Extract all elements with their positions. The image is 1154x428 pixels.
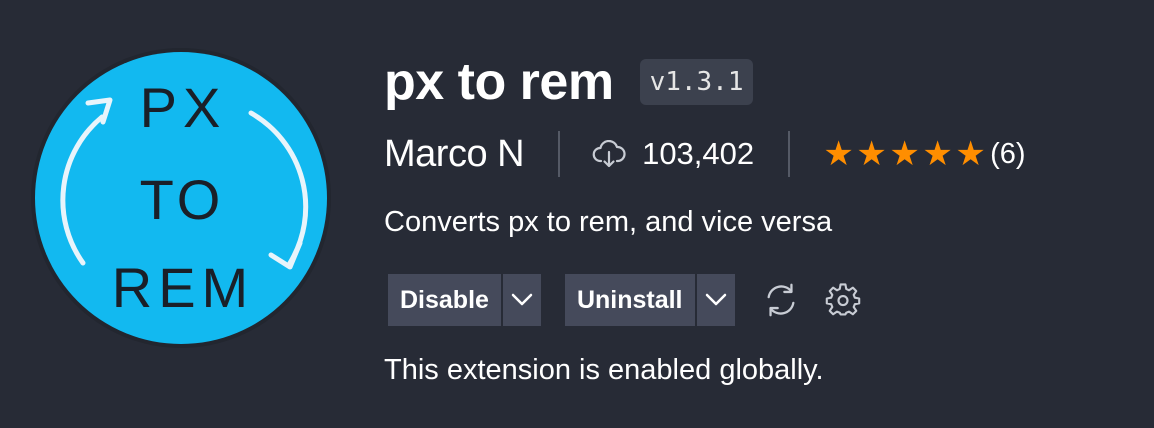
settings-button[interactable] bbox=[823, 280, 863, 320]
logo-text-rem: REM bbox=[112, 256, 254, 319]
rating-count: (6) bbox=[990, 137, 1026, 170]
title-row: px to rem v1.3.1 bbox=[384, 52, 754, 112]
logo-text-px: PX bbox=[140, 76, 227, 139]
extension-description: Converts px to rem, and vice versa bbox=[384, 206, 833, 238]
chevron-down-icon bbox=[511, 293, 533, 306]
logo-text-to: TO bbox=[140, 168, 225, 231]
extension-icon: PX TO REM bbox=[28, 45, 334, 351]
star-rating: ★ ★ ★ ★ ★ bbox=[822, 134, 987, 174]
actions-row: Disable Uninstall bbox=[388, 274, 863, 326]
star-icon: ★ bbox=[955, 135, 986, 173]
install-count-value: 103,402 bbox=[642, 136, 755, 171]
star-icon: ★ bbox=[823, 135, 854, 173]
publisher-link[interactable]: Marco N bbox=[384, 128, 525, 180]
uninstall-split-button: Uninstall bbox=[564, 274, 735, 326]
sync-button[interactable] bbox=[761, 280, 801, 320]
gear-icon bbox=[825, 283, 860, 316]
sync-icon bbox=[767, 283, 795, 317]
extension-name: px to rem bbox=[384, 53, 614, 111]
chevron-down-icon bbox=[705, 293, 726, 306]
extension-status: This extension is enabled globally. bbox=[384, 354, 824, 386]
disable-split-button: Disable bbox=[388, 274, 541, 326]
meta-row: Marco N 103,402 ★ ★ ★ ★ ★ (6) bbox=[384, 128, 1026, 180]
rating[interactable]: ★ ★ ★ ★ ★ (6) bbox=[822, 134, 1025, 174]
px-to-rem-logo: PX TO REM bbox=[31, 48, 331, 348]
star-icon: ★ bbox=[889, 135, 920, 173]
separator bbox=[788, 131, 791, 177]
uninstall-button[interactable]: Uninstall bbox=[565, 274, 695, 326]
star-icon: ★ bbox=[922, 135, 953, 173]
disable-dropdown-button[interactable] bbox=[503, 274, 541, 326]
cloud-download-icon bbox=[592, 140, 626, 168]
extension-details-header: PX TO REM px to rem v1.3.1 Marco N 103,4… bbox=[0, 0, 1154, 428]
install-count: 103,402 bbox=[592, 136, 754, 172]
uninstall-dropdown-button[interactable] bbox=[697, 274, 735, 326]
separator bbox=[558, 131, 561, 177]
disable-button[interactable]: Disable bbox=[388, 274, 501, 326]
star-icon: ★ bbox=[856, 135, 887, 173]
version-badge: v1.3.1 bbox=[639, 59, 754, 105]
